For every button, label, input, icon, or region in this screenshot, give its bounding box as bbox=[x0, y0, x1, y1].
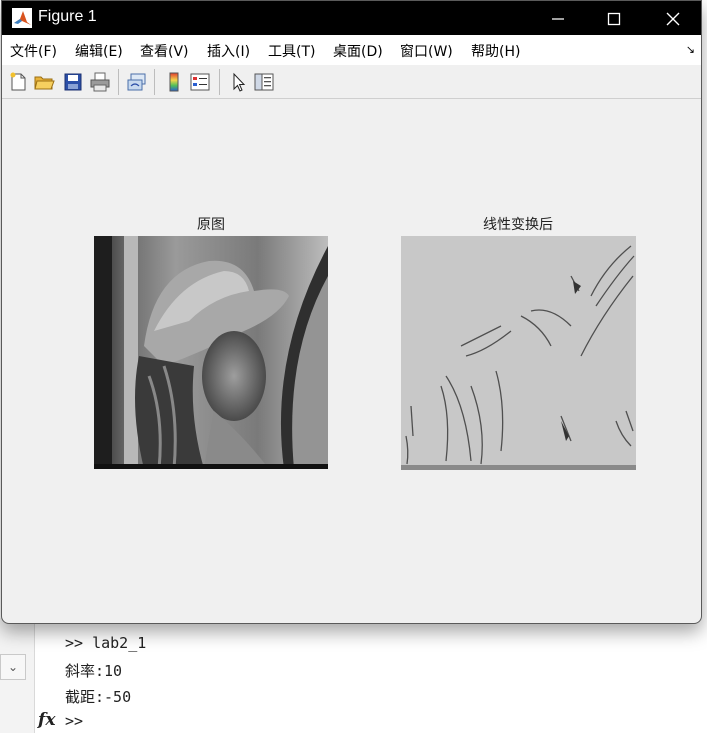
print-icon[interactable] bbox=[89, 71, 111, 93]
toolbar bbox=[2, 65, 701, 99]
property-inspector-icon[interactable] bbox=[253, 71, 275, 93]
matlab-logo-icon bbox=[12, 8, 32, 28]
legend-icon[interactable] bbox=[189, 71, 211, 93]
menu-window[interactable]: 窗口(W) bbox=[400, 41, 453, 61]
menu-edit[interactable]: 编辑(E) bbox=[75, 41, 123, 61]
command-line-2: 斜率:10 bbox=[65, 662, 123, 680]
menu-tools[interactable]: 工具(T) bbox=[268, 41, 315, 61]
transformed-image[interactable] bbox=[401, 236, 636, 470]
maximize-icon[interactable] bbox=[585, 1, 643, 35]
figure-window: Figure 1 文件(F) 编辑(E) 查看(V) 插入(I) 工具(T) 桌… bbox=[1, 0, 702, 624]
link-plot-icon[interactable] bbox=[126, 71, 148, 93]
menu-desktop[interactable]: 桌面(D) bbox=[333, 41, 383, 61]
left-axes-title: 原图 bbox=[197, 217, 225, 233]
minimize-icon[interactable] bbox=[529, 1, 587, 35]
toolbar-separator bbox=[219, 69, 220, 95]
menu-view[interactable]: 查看(V) bbox=[140, 41, 189, 61]
function-browser-icon[interactable]: fx bbox=[38, 710, 55, 730]
command-window[interactable]: ⌄ >> lab2_1 斜率:10 截距:-50 >> fx bbox=[0, 618, 707, 733]
menu-help[interactable]: 帮助(H) bbox=[471, 41, 520, 61]
title-bar[interactable]: Figure 1 bbox=[2, 1, 701, 35]
collapse-chevron-icon[interactable]: ⌄ bbox=[0, 654, 26, 680]
close-icon[interactable] bbox=[644, 1, 701, 35]
original-image[interactable] bbox=[94, 236, 328, 469]
menu-insert[interactable]: 插入(I) bbox=[207, 41, 250, 61]
dock-arrow-icon[interactable]: ↘ bbox=[686, 43, 695, 56]
right-axes-title: 线性变换后 bbox=[483, 217, 553, 233]
command-prompt[interactable]: >> bbox=[65, 712, 83, 730]
toolbar-separator bbox=[154, 69, 155, 95]
colorbar-icon[interactable] bbox=[163, 71, 185, 93]
command-line-3: 截距:-50 bbox=[65, 688, 132, 706]
save-icon[interactable] bbox=[62, 71, 84, 93]
menu-file[interactable]: 文件(F) bbox=[10, 41, 57, 61]
window-title: Figure 1 bbox=[38, 8, 97, 25]
menu-bar: 文件(F) 编辑(E) 查看(V) 插入(I) 工具(T) 桌面(D) 窗口(W… bbox=[2, 35, 701, 66]
open-file-icon[interactable] bbox=[33, 71, 55, 93]
pointer-icon[interactable] bbox=[227, 71, 249, 93]
command-line-1: >> lab2_1 bbox=[65, 634, 147, 652]
new-figure-icon[interactable] bbox=[7, 71, 29, 93]
toolbar-separator bbox=[118, 69, 119, 95]
